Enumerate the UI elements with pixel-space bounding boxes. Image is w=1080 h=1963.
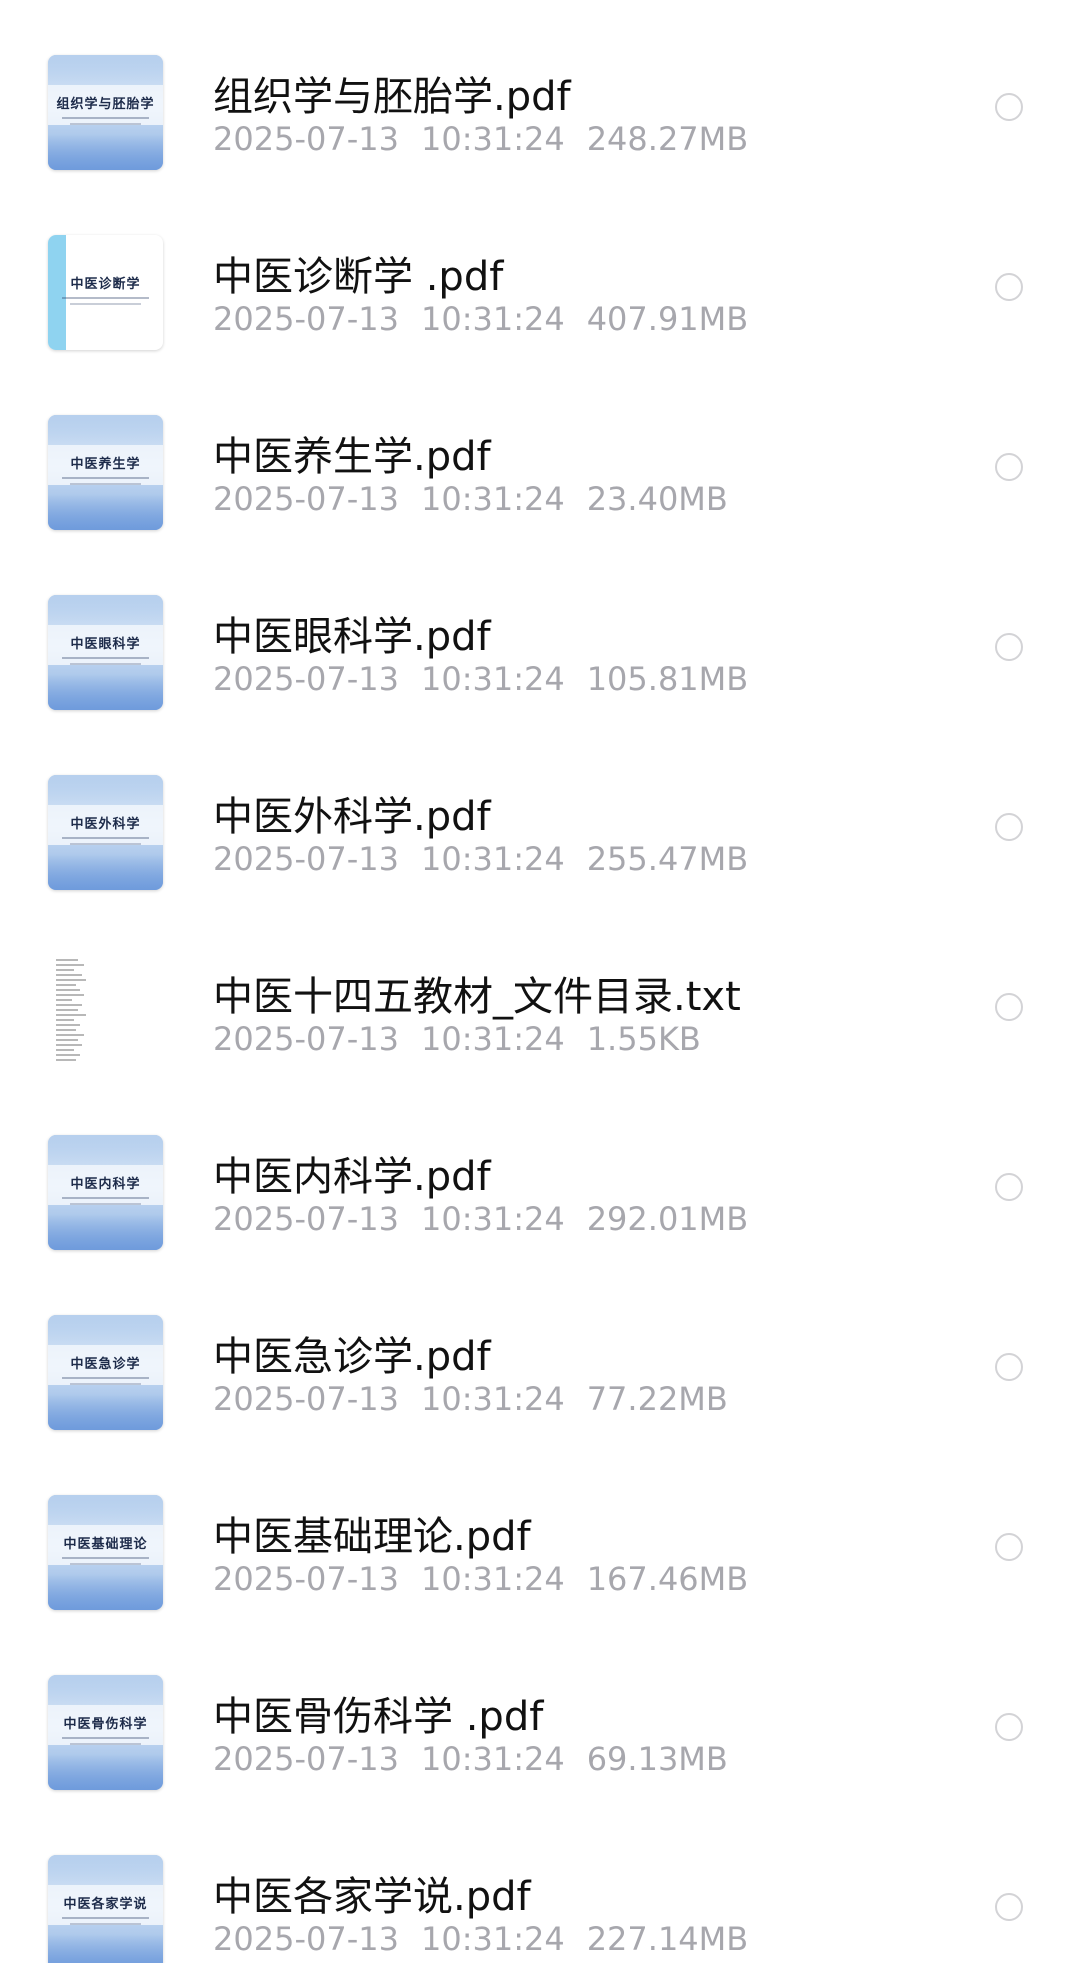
file-time: 10:31:24: [420, 1380, 565, 1418]
file-row[interactable]: 中医骨伤科学 中医骨伤科学 .pdf 2025-07-13 10:31:24 69.…: [0, 1660, 1080, 1820]
cover-title: 中医诊断学: [70, 277, 141, 292]
pdf-cover-icon: 中医基础理论: [48, 1495, 163, 1610]
file-name: 中医急诊学.pdf: [213, 1334, 491, 1380]
cover-title: 组织学与胚胎学: [56, 97, 155, 112]
file-time: 10:31:24: [420, 120, 565, 158]
pdf-cover-icon: 中医诊断学: [48, 235, 163, 350]
file-date: 2025-07-13: [213, 1560, 399, 1598]
select-radio[interactable]: [995, 1533, 1023, 1561]
file-meta: 2025-07-13 10:31:24 407.91MB: [213, 300, 770, 338]
pdf-cover-icon: 中医内科学: [48, 1135, 163, 1250]
file-row[interactable]: 组织学与胚胎学 组织学与胚胎学.pdf 2025-07-13 10:31:24 24…: [0, 40, 1080, 200]
file-date: 2025-07-13: [213, 660, 399, 698]
file-date: 2025-07-13: [213, 1740, 399, 1778]
file-row[interactable]: 中医各家学说 中医各家学说.pdf 2025-07-13 10:31:24 227.…: [0, 1840, 1080, 1963]
file-time: 10:31:24: [420, 1560, 565, 1598]
file-meta: 2025-07-13 10:31:24 105.81MB: [213, 660, 770, 698]
file-meta: 2025-07-13 10:31:24 167.46MB: [213, 1560, 770, 1598]
file-size: 292.01MB: [586, 1200, 749, 1238]
file-row[interactable]: 中医急诊学 中医急诊学.pdf 2025-07-13 10:31:24 77.22M…: [0, 1300, 1080, 1460]
file-date: 2025-07-13: [213, 1920, 399, 1958]
pdf-cover-icon: 中医眼科学: [48, 595, 163, 710]
file-size: 69.13MB: [586, 1740, 728, 1778]
file-name: 中医十四五教材_文件目录.txt: [213, 974, 741, 1020]
file-size: 167.46MB: [586, 1560, 749, 1598]
file-size: 23.40MB: [586, 480, 728, 518]
cover-title: 中医外科学: [70, 817, 141, 832]
file-size: 407.91MB: [586, 300, 749, 338]
pdf-cover-icon: 中医骨伤科学: [48, 1675, 163, 1790]
select-radio[interactable]: [995, 1353, 1023, 1381]
file-meta: 2025-07-13 10:31:24 77.22MB: [213, 1380, 750, 1418]
file-time: 10:31:24: [420, 660, 565, 698]
file-row[interactable]: 中医内科学 中医内科学.pdf 2025-07-13 10:31:24 292.01…: [0, 1120, 1080, 1280]
file-time: 10:31:24: [420, 1920, 565, 1958]
pdf-cover-icon: 中医外科学: [48, 775, 163, 890]
file-size: 1.55KB: [586, 1020, 701, 1058]
file-size: 255.47MB: [586, 840, 749, 878]
pdf-cover-icon: 中医急诊学: [48, 1315, 163, 1430]
select-radio[interactable]: [995, 1893, 1023, 1921]
file-date: 2025-07-13: [213, 120, 399, 158]
file-time: 10:31:24: [420, 1740, 565, 1778]
file-date: 2025-07-13: [213, 1380, 399, 1418]
file-meta: 2025-07-13 10:31:24 227.14MB: [213, 1920, 770, 1958]
file-name: 中医内科学.pdf: [213, 1154, 491, 1200]
file-size: 248.27MB: [586, 120, 749, 158]
cover-title: 中医各家学说: [63, 1897, 148, 1912]
pdf-cover-icon: 组织学与胚胎学: [48, 55, 163, 170]
select-radio[interactable]: [995, 1173, 1023, 1201]
file-time: 10:31:24: [420, 1020, 565, 1058]
file-name: 中医骨伤科学 .pdf: [213, 1694, 544, 1740]
select-radio[interactable]: [995, 273, 1023, 301]
cover-title: 中医内科学: [70, 1177, 141, 1192]
file-meta: 2025-07-13 10:31:24 1.55KB: [213, 1020, 723, 1058]
file-row[interactable]: 中医养生学 中医养生学.pdf 2025-07-13 10:31:24 23.40M…: [0, 400, 1080, 560]
select-radio[interactable]: [995, 813, 1023, 841]
cover-title: 中医养生学: [70, 457, 141, 472]
file-name: 中医基础理论.pdf: [213, 1514, 531, 1560]
cover-title: 中医眼科学: [70, 637, 141, 652]
file-name: 中医外科学.pdf: [213, 794, 491, 840]
file-name: 中医诊断学 .pdf: [213, 254, 504, 300]
file-time: 10:31:24: [420, 300, 565, 338]
select-radio[interactable]: [995, 993, 1023, 1021]
file-row[interactable]: 中医诊断学 中医诊断学 .pdf 2025-07-13 10:31:24 407.9…: [0, 220, 1080, 380]
file-name: 中医眼科学.pdf: [213, 614, 491, 660]
file-name: 中医养生学.pdf: [213, 434, 491, 480]
file-list: 组织学与胚胎学 组织学与胚胎学.pdf 2025-07-13 10:31:24 24…: [0, 0, 1080, 1963]
file-size: 227.14MB: [586, 1920, 749, 1958]
file-size: 77.22MB: [586, 1380, 728, 1418]
file-meta: 2025-07-13 10:31:24 69.13MB: [213, 1740, 750, 1778]
file-time: 10:31:24: [420, 840, 565, 878]
file-meta: 2025-07-13 10:31:24 255.47MB: [213, 840, 770, 878]
file-meta: 2025-07-13 10:31:24 248.27MB: [213, 120, 770, 158]
file-row[interactable]: 中医基础理论 中医基础理论.pdf 2025-07-13 10:31:24 167.…: [0, 1480, 1080, 1640]
cover-title: 中医急诊学: [70, 1357, 141, 1372]
cover-title: 中医骨伤科学: [63, 1717, 148, 1732]
select-radio[interactable]: [995, 633, 1023, 661]
select-radio[interactable]: [995, 93, 1023, 121]
file-date: 2025-07-13: [213, 480, 399, 518]
file-date: 2025-07-13: [213, 1200, 399, 1238]
pdf-cover-icon: 中医各家学说: [48, 1855, 163, 1963]
file-time: 10:31:24: [420, 1200, 565, 1238]
file-row[interactable]: 中医外科学 中医外科学.pdf 2025-07-13 10:31:24 255.47…: [0, 760, 1080, 920]
file-date: 2025-07-13: [213, 300, 399, 338]
file-meta: 2025-07-13 10:31:24 23.40MB: [213, 480, 750, 518]
file-date: 2025-07-13: [213, 840, 399, 878]
pdf-cover-icon: 中医养生学: [48, 415, 163, 530]
file-size: 105.81MB: [586, 660, 749, 698]
file-time: 10:31:24: [420, 480, 565, 518]
file-row[interactable]: 中医眼科学 中医眼科学.pdf 2025-07-13 10:31:24 105.81…: [0, 580, 1080, 740]
file-date: 2025-07-13: [213, 1020, 399, 1058]
select-radio[interactable]: [995, 1713, 1023, 1741]
file-name: 中医各家学说.pdf: [213, 1874, 531, 1920]
cover-title: 中医基础理论: [63, 1537, 148, 1552]
file-name: 组织学与胚胎学.pdf: [213, 74, 571, 120]
file-meta: 2025-07-13 10:31:24 292.01MB: [213, 1200, 770, 1238]
select-radio[interactable]: [995, 453, 1023, 481]
file-row[interactable]: 中医十四五教材_文件目录.txt 2025-07-13 10:31:24 1.55K…: [0, 940, 1080, 1100]
txt-file-icon: [48, 955, 163, 1070]
